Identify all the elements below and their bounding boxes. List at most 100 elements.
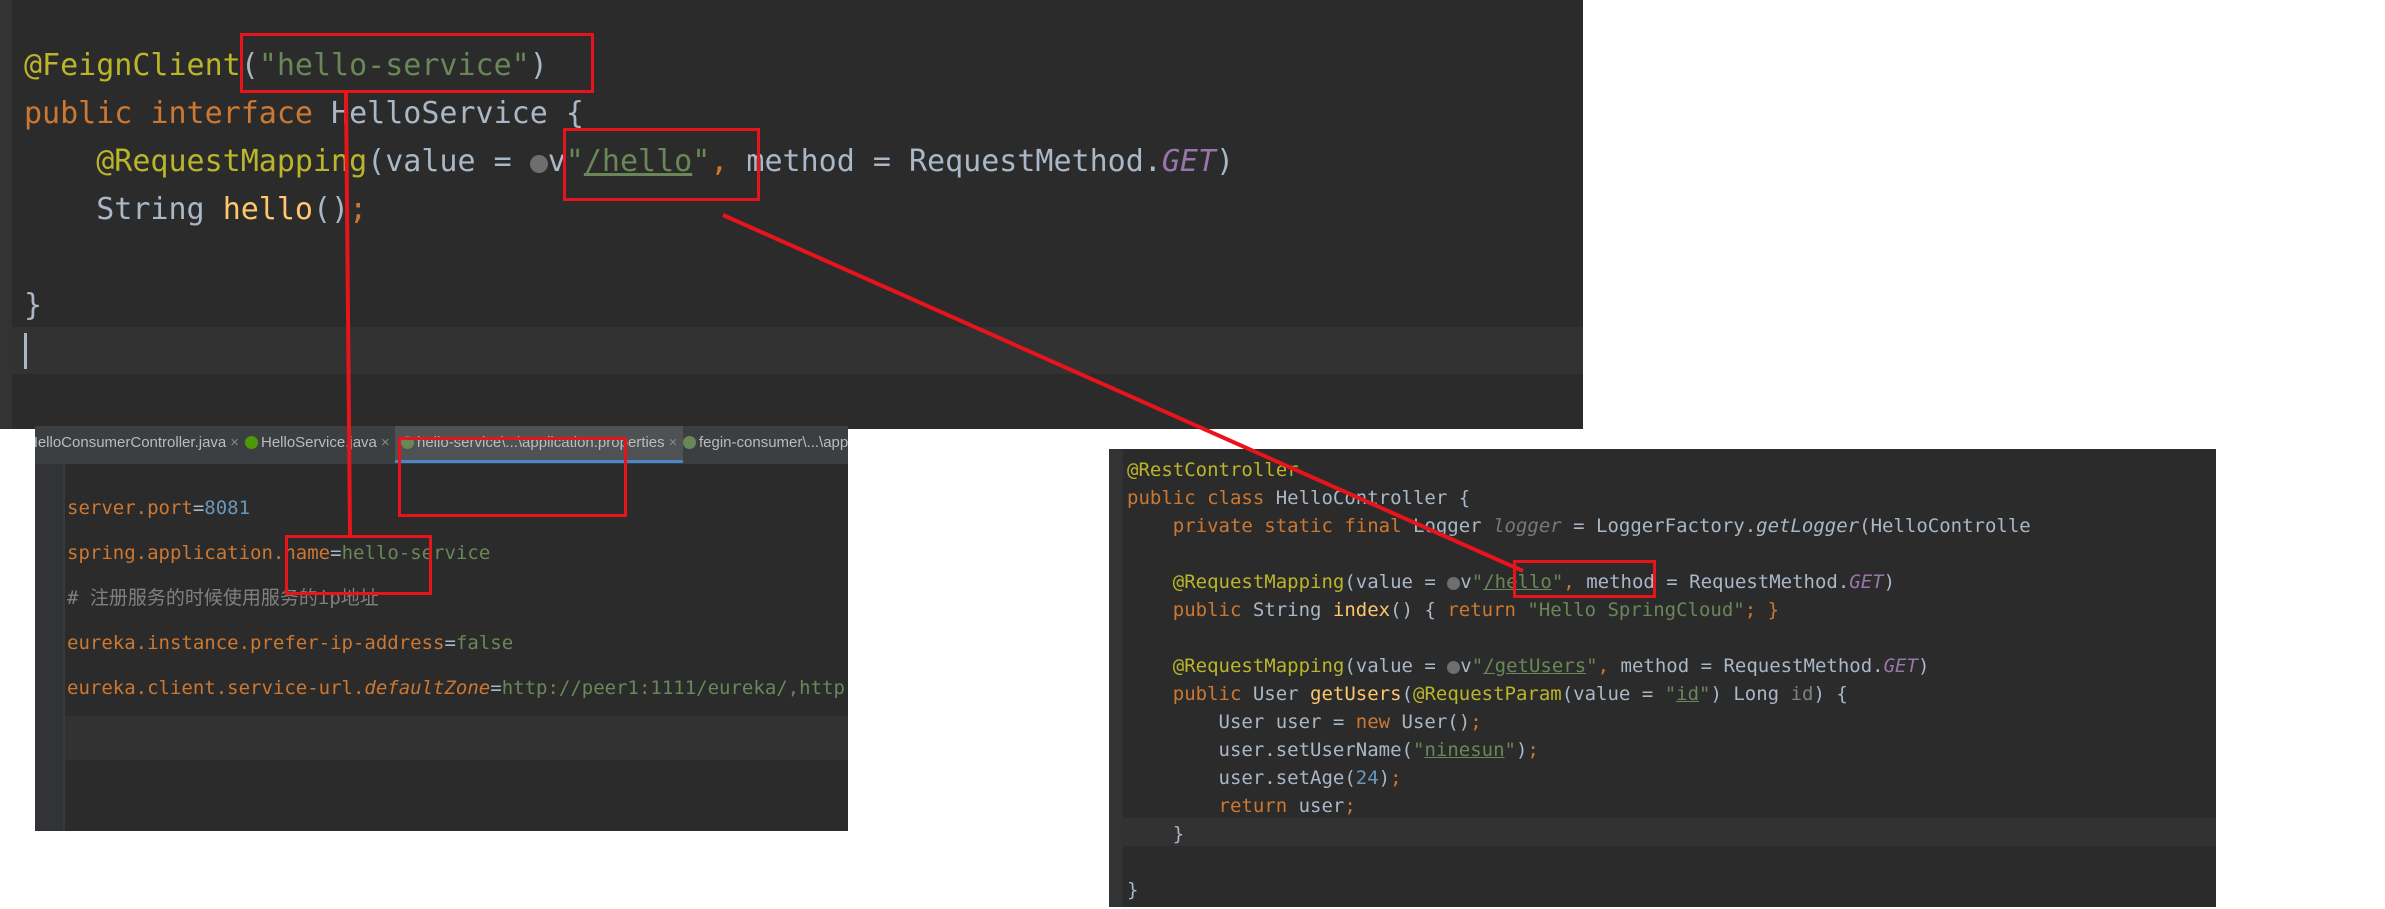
code-token: (value = <box>1344 655 1448 677</box>
highlight-controller-path <box>1513 560 1656 598</box>
code-line[interactable]: } <box>24 282 42 330</box>
tab-1[interactable]: HelloConsumerController.java × <box>35 426 239 460</box>
code-token: getLogger <box>1756 515 1860 537</box>
editor-gutter <box>1109 449 1123 907</box>
code-token: " <box>1586 655 1598 677</box>
code-token: defaultZone <box>364 677 491 699</box>
code-line[interactable]: } <box>1127 820 1184 848</box>
code-line[interactable]: public class HelloController { <box>1127 484 1470 512</box>
editor-hello-service: @FeignClient("hello-service") public inte… <box>0 0 1583 429</box>
code-line[interactable]: user.setUserName("ninesun"); <box>1127 736 1539 764</box>
code-token: " <box>1471 655 1484 677</box>
code-token: return <box>1127 795 1299 817</box>
code-token: user.setAge( <box>1127 767 1356 789</box>
code-token: } <box>1127 823 1185 845</box>
editor-gutter <box>35 464 63 831</box>
current-line-highlight <box>12 327 1583 374</box>
code-token: 8081 <box>204 497 251 519</box>
highlight-application-name <box>285 535 432 595</box>
code-token: id <box>1790 683 1814 705</box>
code-token: method = RequestMethod. <box>1620 655 1884 677</box>
code-token: GET <box>1849 571 1884 593</box>
code-token: new <box>1355 711 1402 733</box>
code-token: ) Long <box>1710 683 1791 705</box>
close-icon[interactable]: × <box>669 434 678 451</box>
code-token: false <box>455 632 514 654</box>
code-token: " <box>1412 739 1425 761</box>
highlight-properties-tab <box>398 437 627 517</box>
code-token: private static final <box>1127 515 1413 537</box>
code-line[interactable]: public String index() { return "Hello Sp… <box>1127 596 1779 624</box>
globe-icon[interactable] <box>1447 577 1461 590</box>
current-line-highlight <box>65 716 848 760</box>
code-token: = <box>490 677 502 699</box>
code-token: Logger <box>1412 515 1494 537</box>
code-line[interactable]: eureka.client.service-url.defaultZone=ht… <box>67 666 848 711</box>
code-token: ) <box>1515 739 1528 761</box>
code-line[interactable]: @RequestMapping(value = v"/hello", metho… <box>1127 568 1895 596</box>
tab-label: HelloConsumerController.java <box>35 434 227 451</box>
file-icon <box>245 436 258 449</box>
code-token: ) <box>1883 571 1896 593</box>
tab-label: fegin-consumer\...\appl <box>699 434 848 451</box>
code-token: @RestController <box>1127 459 1299 481</box>
code-line[interactable]: User user = new User(); <box>1127 708 1482 736</box>
code-line[interactable]: public User getUsers(@RequestParam(value… <box>1127 680 1848 708</box>
code-line[interactable]: user.setAge(24); <box>1127 764 1402 792</box>
code-token: String <box>24 192 223 227</box>
code-token: " <box>1471 571 1484 593</box>
code-token: " <box>1699 683 1711 705</box>
code-token: () <box>313 192 350 227</box>
code-line[interactable]: return user; <box>1127 792 1356 820</box>
code-token: (HelloControlle <box>1859 515 2031 537</box>
code-token: ) <box>1216 144 1235 179</box>
code-token: User <box>1252 683 1311 705</box>
close-icon[interactable]: × <box>381 434 390 451</box>
code-token: String <box>1252 599 1333 621</box>
code-line[interactable]: @RestController <box>1127 456 1299 484</box>
code-token: = <box>444 632 456 654</box>
gutter-separator <box>63 464 65 831</box>
code-token: public <box>1127 683 1253 705</box>
code-token: getUsers <box>1310 683 1402 705</box>
highlight-request-path <box>563 128 760 201</box>
code-token: /getUsers <box>1483 655 1587 677</box>
code-token: ) { <box>1813 683 1848 705</box>
code-token: ; <box>349 192 368 227</box>
code-line[interactable]: server.port=8081 <box>67 486 250 531</box>
code-token: v <box>1460 571 1472 593</box>
code-token: (value = <box>367 144 530 179</box>
code-token: public <box>1127 599 1253 621</box>
code-token: User() <box>1401 711 1471 733</box>
code-token: = <box>192 497 205 519</box>
code-token: http://peer1:1111/eureka/,http://peer2:1… <box>501 677 848 699</box>
close-icon[interactable]: × <box>230 434 239 451</box>
globe-icon[interactable] <box>529 155 548 173</box>
code-token: (value = <box>1344 571 1448 593</box>
tab-4[interactable]: fegin-consumer\...\appl <box>683 426 848 460</box>
highlight-feign-client-name <box>240 33 594 93</box>
code-token: ; <box>1390 767 1402 789</box>
code-token: @RequestMapping <box>1127 655 1345 677</box>
code-token: @RequestParam <box>1413 683 1562 705</box>
code-token: () { <box>1390 599 1448 621</box>
code-token: User user = <box>1127 711 1356 733</box>
code-token: server.port <box>67 497 193 519</box>
code-token: hello <box>222 192 313 227</box>
code-line[interactable]: @RequestMapping(value = v"/getUsers", me… <box>1127 652 1930 680</box>
code-token: HelloService { <box>331 96 584 131</box>
code-token: = LoggerFactory. <box>1561 515 1757 537</box>
code-token: eureka.instance.prefer-ip-address <box>67 632 445 654</box>
code-line[interactable]: private static final Logger logger = Log… <box>1127 512 2031 540</box>
code-token: public class <box>1127 487 1276 509</box>
code-token: ; <box>1344 795 1356 817</box>
text-caret <box>24 333 27 369</box>
code-line[interactable]: String hello(); <box>24 186 367 234</box>
tab-2[interactable]: HelloService.java × <box>245 426 390 460</box>
code-token: @RequestMapping <box>24 144 368 179</box>
code-token: ninesun <box>1424 739 1505 761</box>
globe-icon[interactable] <box>1447 661 1461 674</box>
code-line[interactable]: } <box>1127 876 1138 904</box>
code-line[interactable]: public interface HelloService { <box>24 90 584 138</box>
code-line[interactable]: eureka.instance.prefer-ip-address=false <box>67 621 513 666</box>
